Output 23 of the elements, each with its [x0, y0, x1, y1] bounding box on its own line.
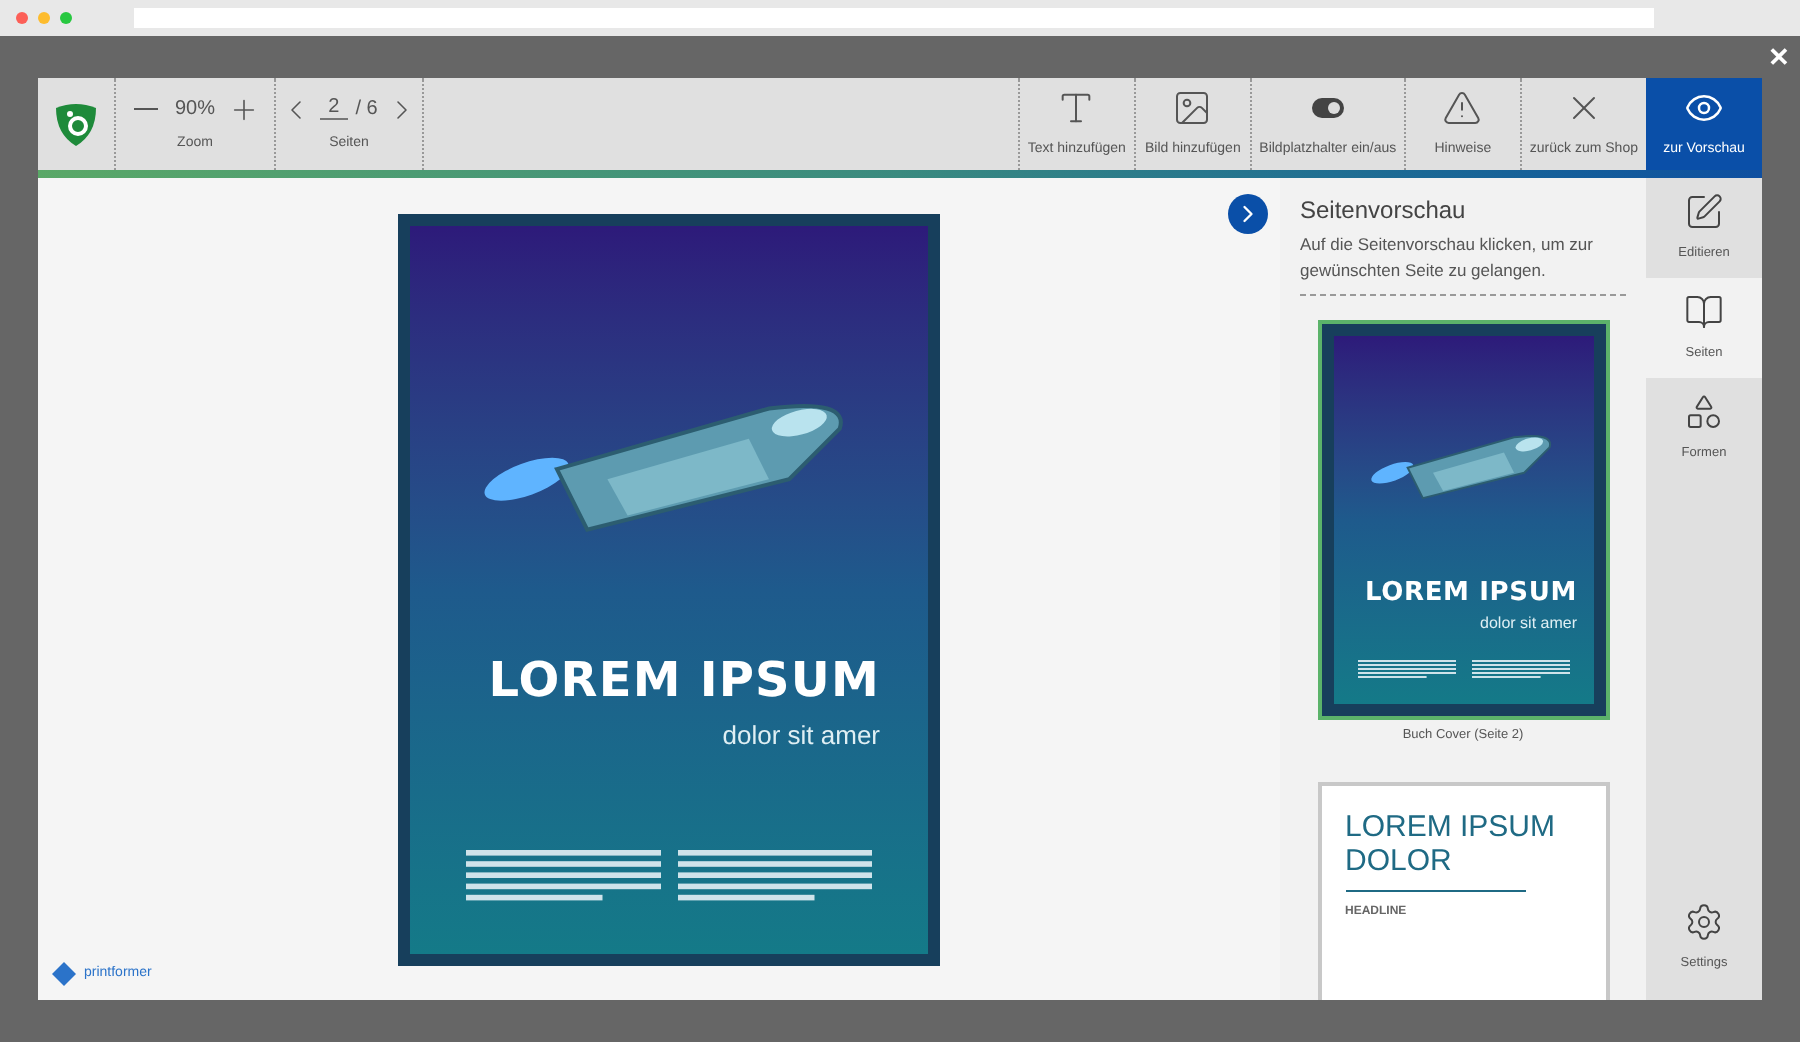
poster-title: LOREM IPSUM — [488, 649, 880, 711]
poster-title: LOREM IPSUM — [1364, 575, 1577, 611]
page-number-field[interactable]: 2 — [320, 98, 348, 121]
text-lines-drawing — [1357, 660, 1455, 680]
panel-title: Seitenvorschau — [1300, 194, 1468, 228]
panel-description: Auf die Seitenvorschau klicken, um zur gewünschten Seite zu gelangen. — [1300, 232, 1595, 284]
zoom-value: 90% — [174, 96, 215, 125]
shapes-icon — [1684, 392, 1724, 433]
text-lines-drawing — [1471, 660, 1569, 680]
logo-icon — [52, 100, 100, 148]
page-thumbnail[interactable]: LOREM IPSUM dolor sit amer — [1317, 320, 1609, 720]
image-icon — [1172, 87, 1213, 128]
page-total: / 6 — [355, 96, 378, 125]
close-button[interactable]: ✕ — [1768, 44, 1790, 70]
warning-icon — [1442, 87, 1483, 128]
page-title: LOREM IPSUM DOLOR — [1345, 809, 1558, 878]
book-icon — [1684, 292, 1724, 333]
poster-subtitle: dolor sit amer — [1480, 612, 1577, 636]
poster-subtitle: dolor sit amer — [722, 717, 880, 753]
edit-icon — [1684, 192, 1724, 233]
settings-icon — [1684, 902, 1724, 943]
minus-icon — [134, 108, 159, 111]
next-arrow-button[interactable] — [1228, 194, 1268, 234]
